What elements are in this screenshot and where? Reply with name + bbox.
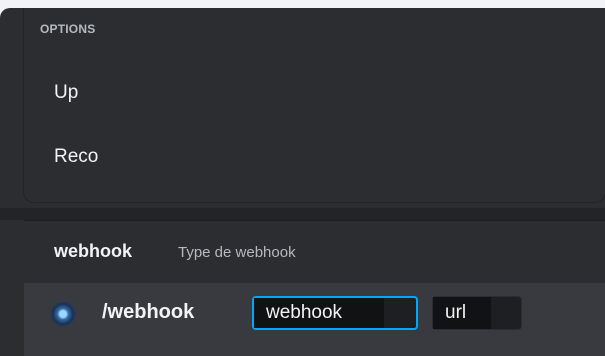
options-header: OPTIONS: [40, 22, 96, 36]
slash-command-autocomplete: OPTIONS Up Reco webhook Type de webhook …: [0, 8, 605, 356]
message-input-bar[interactable]: /webhook webhook url: [24, 283, 605, 356]
command-info-bar: webhook Type de webhook: [24, 220, 605, 283]
param-url-field[interactable]: url: [432, 296, 522, 330]
option-label: Up: [54, 82, 79, 103]
command-option-description: Type de webhook: [178, 244, 296, 261]
param-webhook-label: webhook: [254, 298, 384, 328]
divider: [0, 208, 605, 220]
option-label: Reco: [54, 146, 99, 167]
option-item-reco[interactable]: Reco: [24, 128, 605, 186]
slash-command-name: /webhook: [102, 301, 195, 323]
option-item-up[interactable]: Up: [24, 64, 605, 122]
options-panel: OPTIONS Up Reco: [24, 8, 605, 202]
param-url-label: url: [433, 297, 491, 329]
param-webhook-field[interactable]: webhook: [252, 296, 418, 330]
bot-avatar-icon: [50, 301, 76, 327]
command-option-name: webhook: [54, 241, 133, 261]
